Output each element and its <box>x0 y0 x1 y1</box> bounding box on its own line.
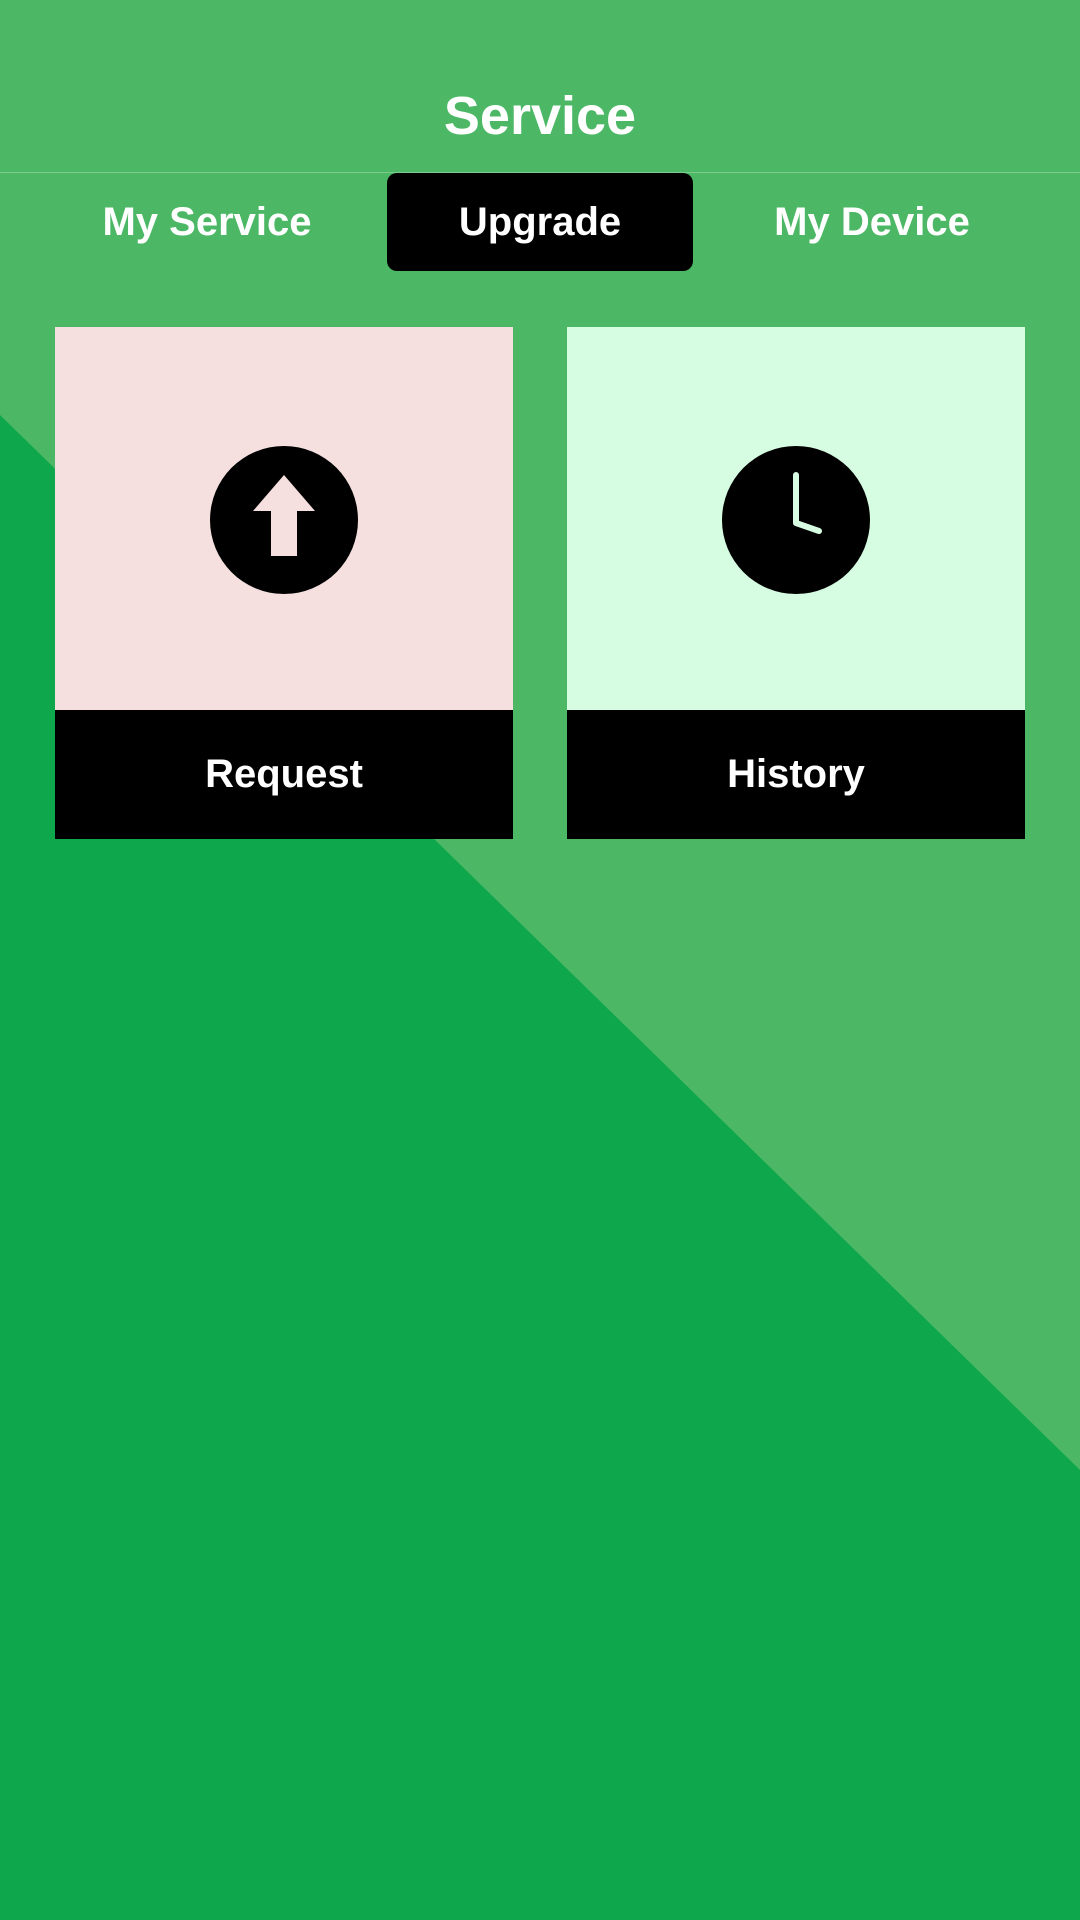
page-title: Service <box>443 86 637 146</box>
request-card-image <box>55 327 513 710</box>
tab-upgrade[interactable]: Upgrade <box>387 173 693 271</box>
tab-my-service[interactable]: My Service <box>55 173 359 271</box>
upload-arrow-icon <box>209 445 359 595</box>
background <box>0 0 1080 1920</box>
history-card-image <box>567 327 1025 710</box>
app-header: Service <box>0 0 1080 173</box>
history-card[interactable]: History <box>567 327 1025 839</box>
request-card[interactable]: Request <box>55 327 513 839</box>
request-card-label: Request <box>55 710 513 839</box>
tab-my-device[interactable]: My Device <box>718 173 1026 271</box>
tab-bar: My Service Upgrade My Device <box>0 173 1080 271</box>
clock-icon <box>721 445 871 595</box>
history-card-label: History <box>567 710 1025 839</box>
